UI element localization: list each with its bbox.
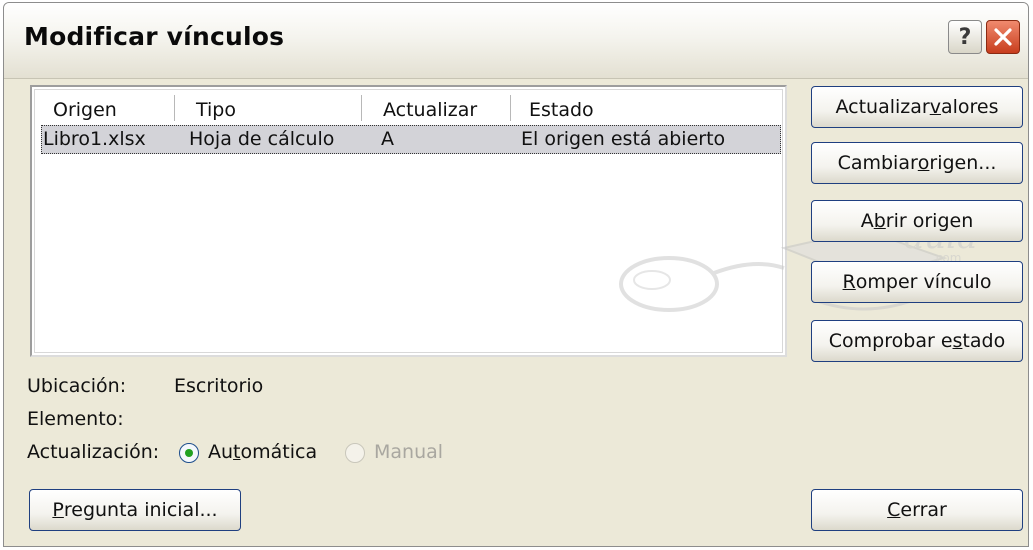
cell-actualizar: A bbox=[381, 128, 394, 150]
radio-selected-dot bbox=[185, 449, 193, 457]
close-dialog-button[interactable]: Cerrar bbox=[811, 489, 1023, 531]
manual-radio-label[interactable]: Manual bbox=[374, 441, 443, 463]
manual-radio[interactable] bbox=[345, 443, 365, 463]
break-link-button[interactable]: Romper vínculo bbox=[811, 261, 1023, 303]
column-header-estado[interactable]: Estado bbox=[529, 95, 594, 125]
list-item[interactable]: Libro1.xlsx Hoja de cálculo A El origen … bbox=[41, 125, 781, 154]
automatic-radio[interactable] bbox=[179, 443, 199, 463]
column-divider[interactable] bbox=[174, 95, 175, 121]
location-label: Ubicación: bbox=[27, 375, 127, 397]
cell-origen: Libro1.xlsx bbox=[43, 128, 146, 150]
location-value: Escritorio bbox=[174, 375, 264, 397]
cell-tipo: Hoja de cálculo bbox=[189, 128, 335, 150]
column-header-actualizar[interactable]: Actualizar bbox=[383, 95, 477, 125]
column-divider[interactable] bbox=[510, 95, 511, 121]
update-mode-label: Actualización: bbox=[27, 441, 160, 463]
update-values-button[interactable]: Actualizar v alores bbox=[811, 86, 1023, 128]
column-header-tipo[interactable]: Tipo bbox=[196, 95, 236, 125]
change-source-button[interactable]: Cambiar o rigen... bbox=[811, 142, 1023, 184]
cell-estado: El origen está abierto bbox=[521, 128, 726, 150]
item-label: Elemento: bbox=[27, 408, 124, 430]
modificar-vinculos-dialog: Modificar vínculos ? Origen Tipo Actuali… bbox=[3, 2, 1029, 547]
check-status-button[interactable]: Comprobar e s tado bbox=[811, 320, 1023, 362]
column-divider[interactable] bbox=[361, 95, 362, 121]
close-button[interactable] bbox=[986, 20, 1020, 54]
dialog-title: Modificar vínculos bbox=[24, 22, 285, 51]
column-header-origen[interactable]: Origen bbox=[53, 95, 117, 125]
automatic-radio-label[interactable]: Automática bbox=[208, 441, 317, 463]
startup-prompt-button[interactable]: Pregunta inicial... bbox=[29, 489, 241, 531]
close-icon bbox=[994, 28, 1012, 46]
help-button[interactable]: ? bbox=[948, 20, 982, 54]
question-mark-icon: ? bbox=[958, 24, 972, 50]
title-bar: Modificar vínculos ? bbox=[4, 3, 1028, 79]
open-source-button[interactable]: Ab rir origen bbox=[811, 200, 1023, 242]
